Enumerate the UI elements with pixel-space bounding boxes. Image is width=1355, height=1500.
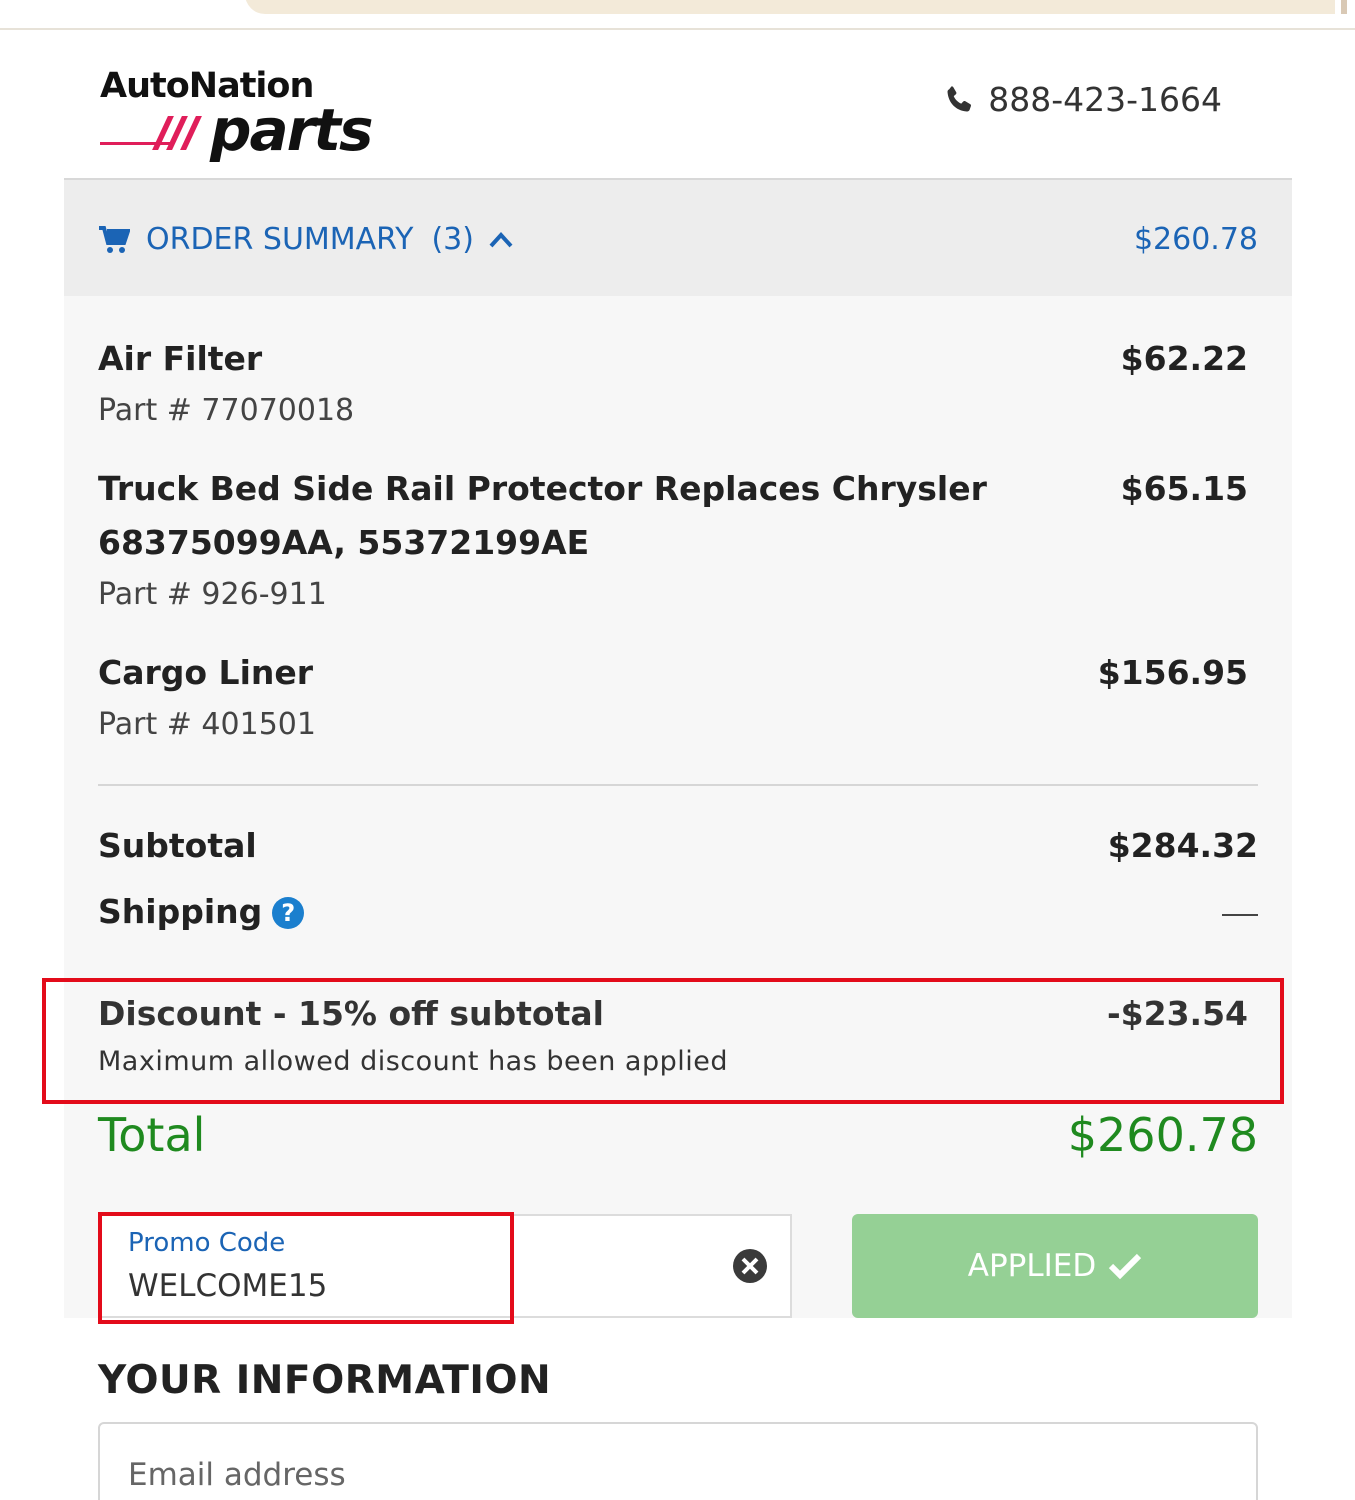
applied-button[interactable]: APPLIED <box>852 1214 1258 1318</box>
total-row: Total $260.78 <box>98 1108 1258 1162</box>
total-label: Total <box>98 1108 206 1162</box>
item-part-number: Part # 77070018 <box>98 393 355 428</box>
item-price: $65.15 <box>1120 469 1248 508</box>
browser-tab-strip <box>245 0 1335 14</box>
item-part-number: Part # 401501 <box>98 707 316 742</box>
item-price: $156.95 <box>1097 653 1248 692</box>
order-item: Truck Bed Side Rail Protector Replaces C… <box>98 462 1248 620</box>
order-summary-panel: ORDER SUMMARY (3) $260.78 Air Filter Par… <box>42 178 1292 1324</box>
autonation-parts-logo[interactable]: AutoNation parts <box>100 66 400 176</box>
window-edge <box>1341 0 1347 14</box>
shipping-value-dash <box>1222 914 1258 916</box>
subtotal-label: Subtotal <box>98 826 257 865</box>
discount-value: -$23.54 <box>1106 994 1248 1033</box>
order-summary-toggle[interactable]: ORDER SUMMARY (3) $260.78 <box>64 180 1292 296</box>
phone-icon <box>947 85 972 111</box>
order-summary-label: ORDER SUMMARY <box>146 222 414 257</box>
help-icon[interactable]: ? <box>272 897 305 929</box>
discount-label: Discount - 15% off subtotal <box>98 994 604 1033</box>
order-item: Cargo Liner Part # 401501 $156.95 <box>98 646 1248 750</box>
logo-parts-text: parts <box>210 96 374 164</box>
shipping-row: Shipping? <box>98 892 1258 931</box>
browser-top-bar <box>0 0 1355 30</box>
email-field[interactable] <box>98 1422 1258 1500</box>
order-item-count: (3) <box>431 222 474 257</box>
order-summary-title: ORDER SUMMARY (3) <box>98 222 514 257</box>
summary-divider <box>98 784 1258 786</box>
clear-icon[interactable] <box>732 1248 768 1284</box>
item-part-number: Part # 926-911 <box>98 577 327 612</box>
subtotal-row: Subtotal $284.32 <box>98 826 1258 865</box>
checkmark-icon <box>1109 1253 1142 1280</box>
item-price: $62.22 <box>1120 339 1248 378</box>
total-value: $260.78 <box>1067 1108 1258 1162</box>
cart-icon <box>99 225 130 253</box>
item-name: Cargo Liner <box>98 653 314 692</box>
phone-number: 888-423-1664 <box>988 80 1222 119</box>
order-summary-total: $260.78 <box>1133 222 1258 257</box>
promo-highlight <box>98 1212 514 1324</box>
your-information-heading: YOUR INFORMATION <box>98 1358 552 1403</box>
item-name: Truck Bed Side Rail Protector Replaces C… <box>98 469 987 562</box>
order-item: Air Filter Part # 77070018 $62.22 <box>98 332 1248 436</box>
item-name: Air Filter <box>98 339 263 378</box>
subtotal-value: $284.32 <box>1107 826 1258 865</box>
shipping-label: Shipping <box>98 892 263 931</box>
chevron-up-icon <box>489 231 513 247</box>
applied-label: APPLIED <box>967 1248 1097 1284</box>
phone-link[interactable]: 888-423-1664 <box>942 80 1222 119</box>
email-input[interactable] <box>128 1450 1228 1500</box>
site-header: AutoNation parts 888-423-1664 <box>64 30 1292 178</box>
discount-note: Maximum allowed discount has been applie… <box>98 1046 729 1077</box>
discount-row: Discount - 15% off subtotal -$23.54 Maxi… <box>98 992 1248 1088</box>
